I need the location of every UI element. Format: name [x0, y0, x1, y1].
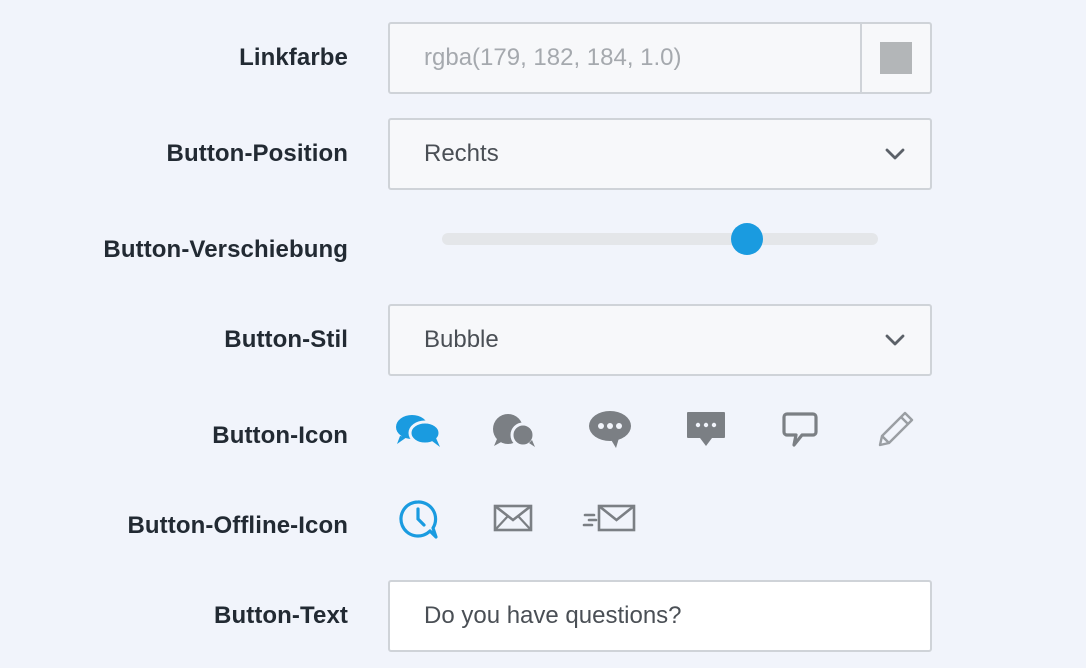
- button-position-value: Rechts: [424, 140, 499, 167]
- link-color-input[interactable]: [390, 23, 860, 93]
- button-text-field: [388, 580, 932, 652]
- button-style-value: Bubble: [424, 326, 499, 353]
- button-style-select[interactable]: Bubble: [388, 304, 932, 376]
- slider-handle[interactable]: [731, 223, 764, 255]
- button-position-label: Button-Position: [166, 140, 348, 167]
- envelope-fast-icon[interactable]: [580, 498, 638, 538]
- link-color-field: [388, 22, 932, 94]
- clock-bubble-icon[interactable]: [394, 496, 442, 542]
- double-bubble-filled-icon[interactable]: [390, 406, 448, 452]
- pencil-icon[interactable]: [872, 406, 920, 452]
- double-bubble-gray-icon[interactable]: [486, 406, 542, 452]
- square-bubble-outline-icon[interactable]: [776, 406, 824, 452]
- link-color-label: Linkfarbe: [239, 44, 348, 71]
- button-offset-slider[interactable]: [442, 223, 878, 255]
- chevron-down-icon: [860, 120, 930, 188]
- color-swatch: [880, 42, 912, 74]
- button-style-label: Button-Stil: [224, 326, 348, 353]
- square-bubble-dots-icon[interactable]: [680, 406, 732, 452]
- button-offset-label: Button-Verschiebung: [103, 236, 348, 263]
- speech-bubble-dots-icon[interactable]: [584, 406, 636, 452]
- envelope-icon[interactable]: [490, 498, 536, 538]
- button-offline-icon-label: Button-Offline-Icon: [127, 512, 348, 539]
- button-text-label: Button-Text: [214, 602, 348, 629]
- chevron-down-icon: [860, 306, 930, 374]
- button-icon-label: Button-Icon: [212, 422, 348, 449]
- button-position-select[interactable]: Rechts: [388, 118, 932, 190]
- link-color-swatch-button[interactable]: [860, 24, 930, 92]
- button-text-input[interactable]: [390, 581, 930, 651]
